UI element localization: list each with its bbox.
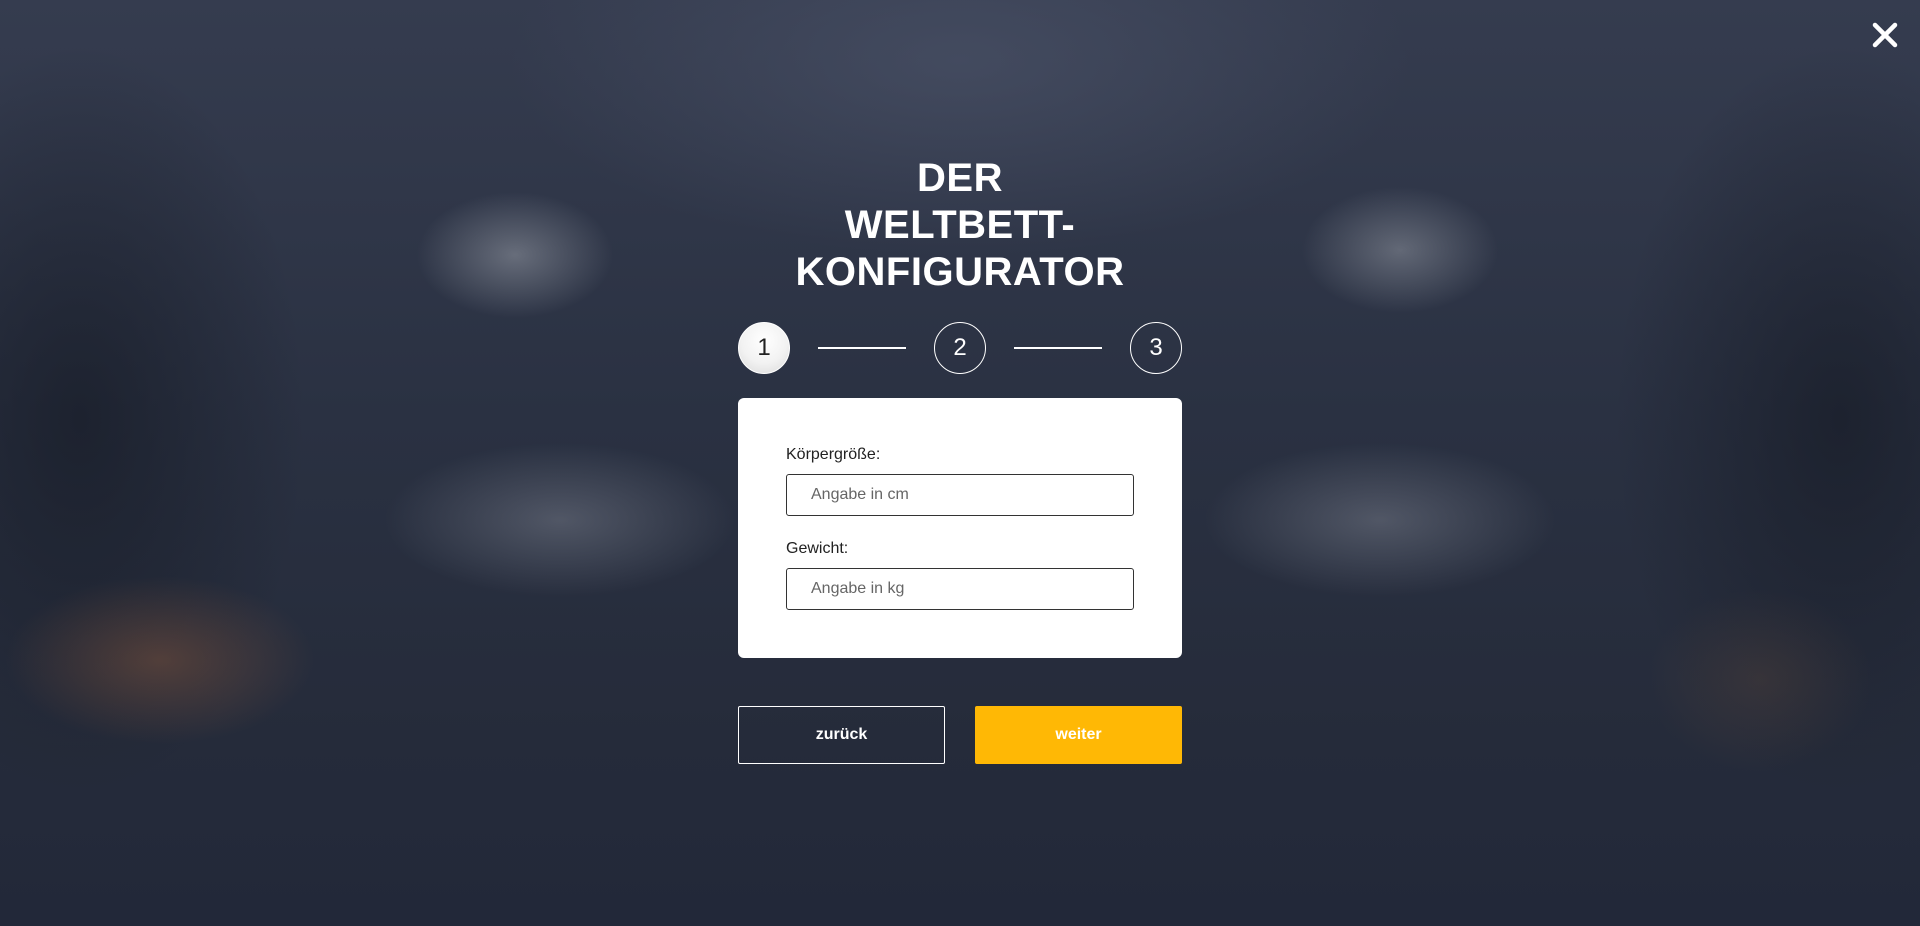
configurator-panel: DER WELTBETT- KONFIGURATOR 1 2 3 Körperg… [738, 155, 1182, 764]
step-connector [1014, 347, 1102, 349]
step-1[interactable]: 1 [738, 322, 790, 374]
back-button[interactable]: zurück [738, 706, 945, 764]
close-button[interactable] [1868, 18, 1902, 52]
step-indicator: 1 2 3 [738, 322, 1182, 374]
title-line-2: WELTBETT- [844, 203, 1076, 247]
navigation-buttons: zurück weiter [738, 706, 1182, 764]
height-label: Körpergröße: [786, 446, 881, 463]
next-button[interactable]: weiter [975, 706, 1182, 764]
weight-label: Gewicht: [786, 540, 849, 557]
weight-input[interactable] [786, 568, 1134, 610]
page-title: DER WELTBETT- KONFIGURATOR [700, 155, 1220, 296]
step-3[interactable]: 3 [1130, 322, 1182, 374]
form-card: Körpergröße: Gewicht: [738, 398, 1182, 658]
step-connector [818, 347, 906, 349]
height-input[interactable] [786, 474, 1134, 516]
title-line-3: KONFIGURATOR [795, 250, 1125, 294]
title-line-1: DER [917, 156, 1003, 200]
weight-field-group: Gewicht: [786, 540, 1134, 610]
step-2[interactable]: 2 [934, 322, 986, 374]
close-icon [1872, 22, 1898, 48]
height-field-group: Körpergröße: [786, 446, 1134, 516]
